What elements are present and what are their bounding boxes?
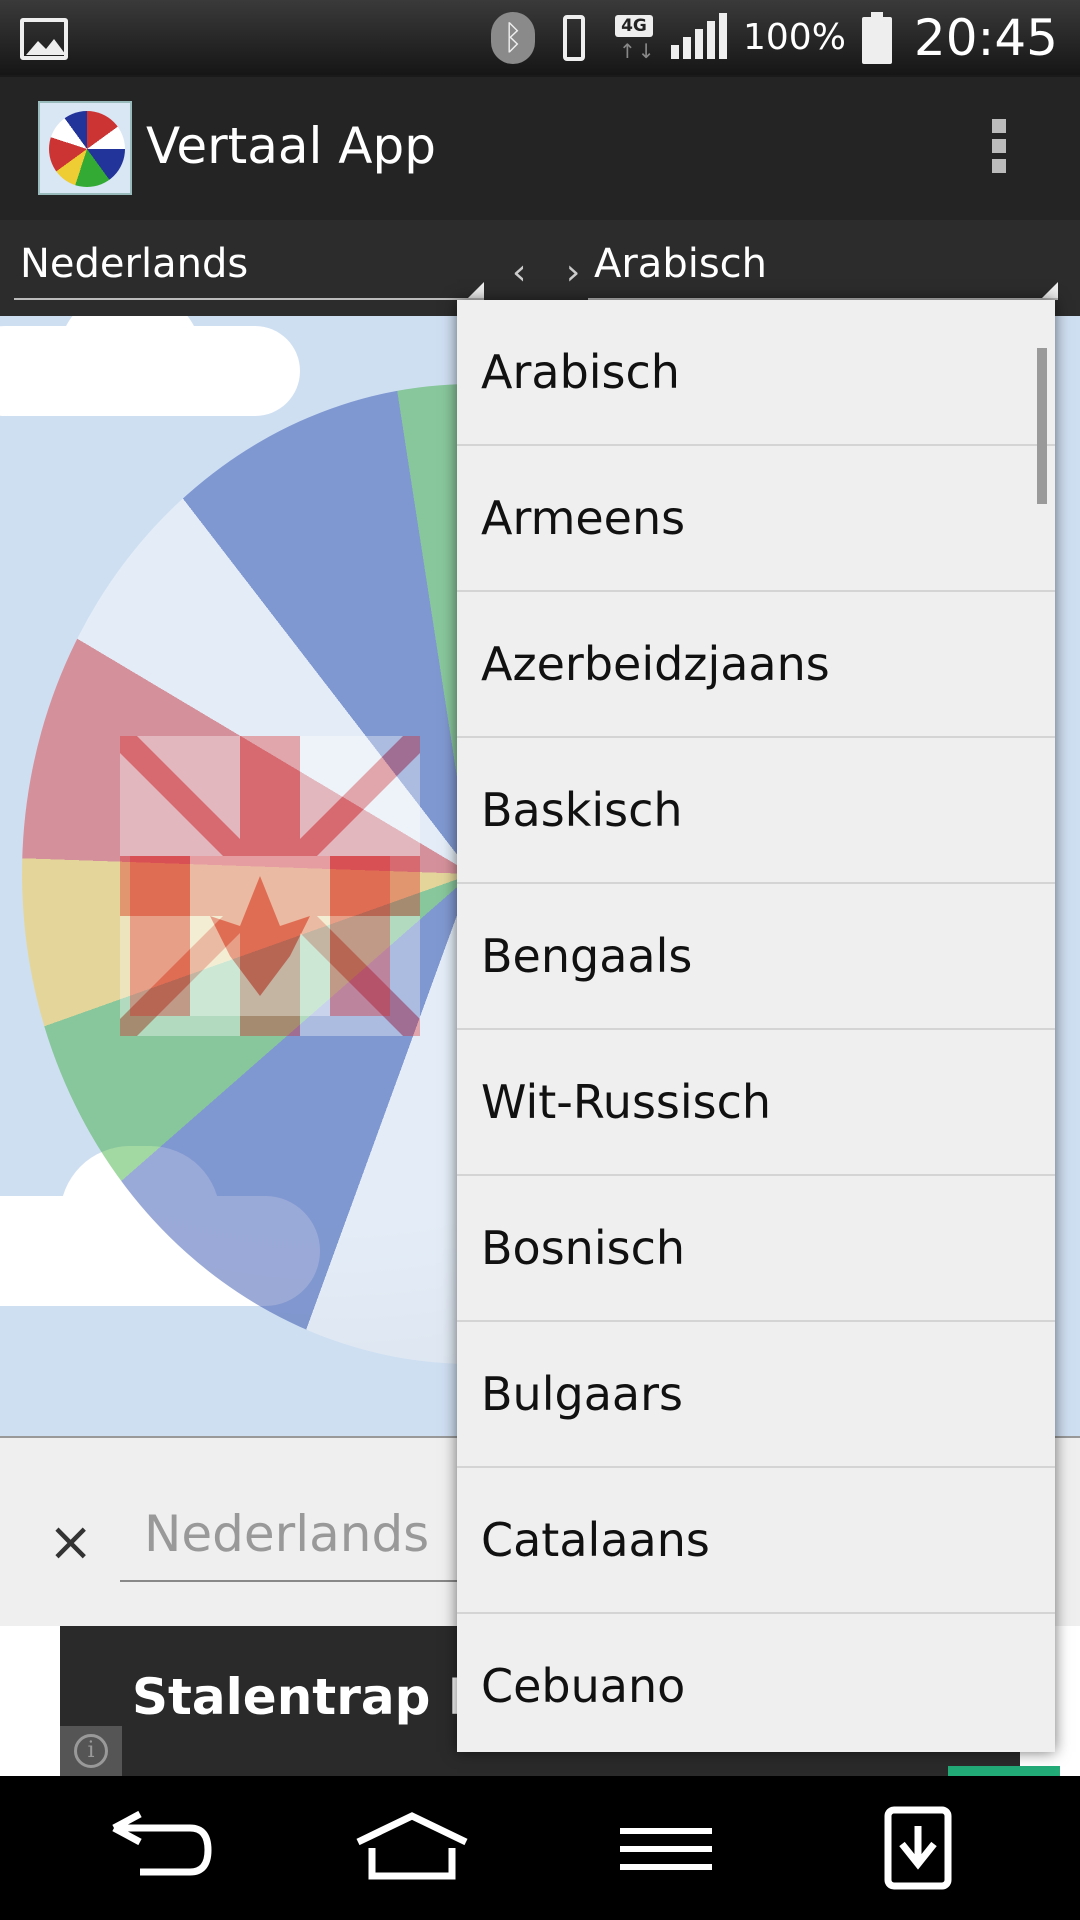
clock: 20:45: [913, 8, 1058, 67]
download-icon[interactable]: [858, 1806, 978, 1890]
spinner-arrow-icon: [1042, 282, 1058, 298]
menu-icon[interactable]: [606, 1806, 726, 1890]
target-language-label: Arabisch: [594, 241, 768, 287]
language-dropdown-list[interactable]: Arabisch Armeens Azerbeidzjaans Baskisch Ben…: [457, 300, 1055, 1752]
battery-icon: [861, 11, 892, 64]
ad-action-strip: [948, 1766, 1060, 1776]
home-icon[interactable]: [352, 1806, 472, 1890]
target-language-spinner[interactable]: Arabisch: [588, 240, 1058, 300]
dropdown-item[interactable]: Bosnisch: [457, 1176, 1055, 1322]
source-language-label: Nederlands: [20, 241, 249, 287]
dropdown-item[interactable]: Bulgaars: [457, 1322, 1055, 1468]
vibrate-icon: [551, 11, 597, 65]
dropdown-item[interactable]: Wit-Russisch: [457, 1030, 1055, 1176]
globe-flags-icon: [38, 101, 132, 195]
dropdown-scrollbar[interactable]: [1037, 348, 1047, 504]
status-bar: ᛒ 4G ↑↓ 100% 20:45: [0, 0, 1080, 75]
dropdown-item[interactable]: Cebuano: [457, 1614, 1055, 1752]
spinner-arrow-icon: [468, 282, 484, 298]
action-bar: Vertaal App: [0, 75, 1080, 220]
dropdown-item[interactable]: Bengaals: [457, 884, 1055, 1030]
dropdown-item[interactable]: Azerbeidzjaans: [457, 592, 1055, 738]
dropdown-item[interactable]: Baskisch: [457, 738, 1055, 884]
network-4g-icon: 4G ↑↓: [613, 11, 655, 65]
overflow-menu-icon[interactable]: [992, 119, 1008, 179]
signal-icon: [670, 11, 727, 65]
app-title: Vertaal App: [146, 117, 436, 175]
clear-icon[interactable]: ×: [48, 1510, 93, 1573]
ad-info-icon[interactable]: i: [60, 1726, 122, 1776]
dropdown-item[interactable]: Arabisch: [457, 300, 1055, 446]
gallery-icon: [20, 18, 68, 60]
battery-percent: 100%: [742, 17, 846, 58]
navigation-bar: [0, 1776, 1080, 1920]
swap-languages-button[interactable]: ‹ ›: [512, 252, 594, 293]
dropdown-item[interactable]: Catalaans: [457, 1468, 1055, 1614]
source-language-spinner[interactable]: Nederlands: [14, 240, 484, 300]
bluetooth-icon: ᛒ: [490, 11, 535, 64]
back-icon[interactable]: [100, 1806, 220, 1890]
dropdown-item[interactable]: Armeens: [457, 446, 1055, 592]
